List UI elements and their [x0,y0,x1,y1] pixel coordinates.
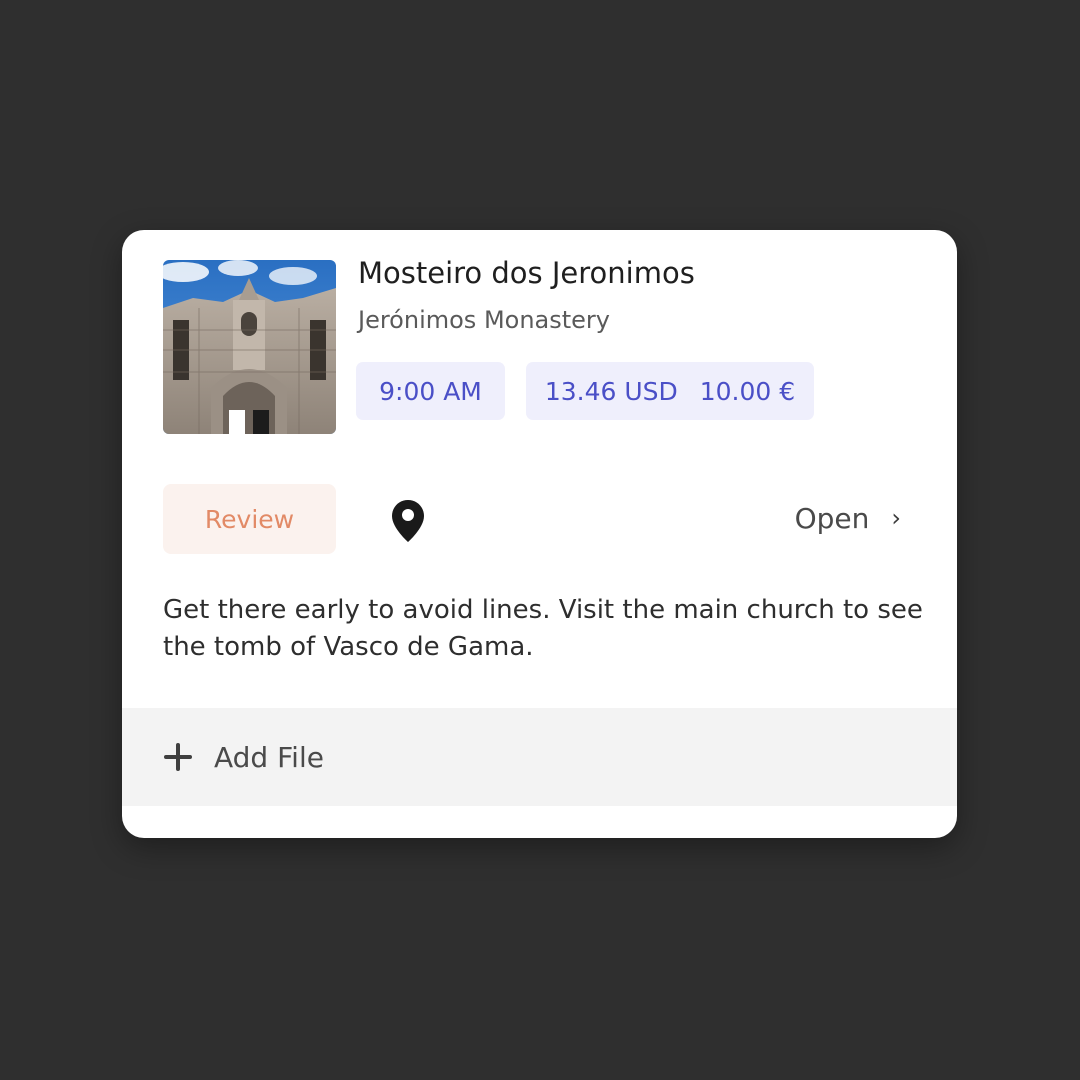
place-photo[interactable] [163,260,336,434]
review-button[interactable]: Review [163,484,336,554]
open-label: Open [794,501,870,535]
monastery-image [163,260,336,434]
price-usd: 13.46 USD [544,376,678,406]
review-label: Review [204,504,295,534]
price-chip[interactable]: 13.46 USD 10.00 € [526,362,814,420]
time-chip[interactable]: 9:00 AM [356,362,505,420]
place-note: Get there early to avoid lines. Visit th… [163,595,923,662]
place-title: Mosteiro dos Jeronimos [358,256,695,290]
open-link[interactable]: Open › [795,498,901,538]
place-card: Mosteiro dos Jeronimos Jerónimos Monaste… [122,230,957,838]
chevron-right-icon: › [891,504,901,532]
plus-icon [162,741,194,773]
add-file-label: Add File [214,740,324,774]
time-label: 9:00 AM [379,376,482,406]
place-subtitle: Jerónimos Monastery [358,306,610,334]
add-file-button[interactable]: Add File [122,708,957,806]
price-eur: 10.00 € [699,376,796,406]
map-pin-icon[interactable] [390,498,426,544]
